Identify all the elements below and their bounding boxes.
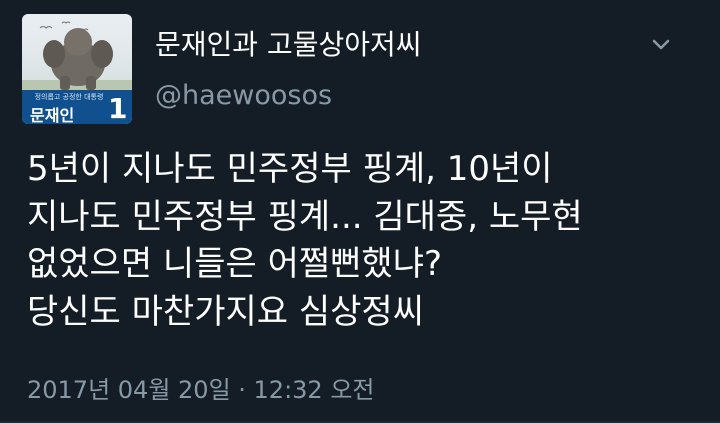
avatar-slogan: 정의롭고 공정한 대통령 [34, 93, 104, 101]
chevron-down-glyph [652, 39, 670, 50]
avatar[interactable]: 정의롭고 공정한 대통령 문재인 1 [22, 14, 132, 124]
user-handle[interactable]: @haewoosos [155, 78, 332, 114]
tweet-line: 없었으면 니들은 어쩔뻔했냐? [27, 244, 443, 284]
chevron-down-icon[interactable] [646, 30, 676, 60]
avatar-name: 문재인 [30, 106, 75, 124]
display-name[interactable]: 문재인과 고물상아저씨 [155, 25, 422, 65]
tweet-line: 지나도 민주정부 핑계... 김대중, 노무현 [27, 196, 583, 237]
tweet-timestamp[interactable]: 2017년 04월 20일 · 12:32 오전 [27, 372, 375, 408]
tweet-line: 당신도 마찬가지요 심상정씨 [27, 291, 424, 332]
tweet-text: 5년이 지나도 민주정부 핑계, 10년이 지나도 민주정부 핑계... 김대중… [27, 146, 707, 336]
avatar-number: 1 [108, 92, 128, 124]
avatar-banner: 정의롭고 공정한 대통령 문재인 1 [22, 90, 132, 124]
tweet-line: 5년이 지나도 민주정부 핑계, 10년이 [27, 149, 553, 189]
tweet-card: 정의롭고 공정한 대통령 문재인 1 문재인과 고물상아저씨 @haewooso… [0, 0, 720, 423]
